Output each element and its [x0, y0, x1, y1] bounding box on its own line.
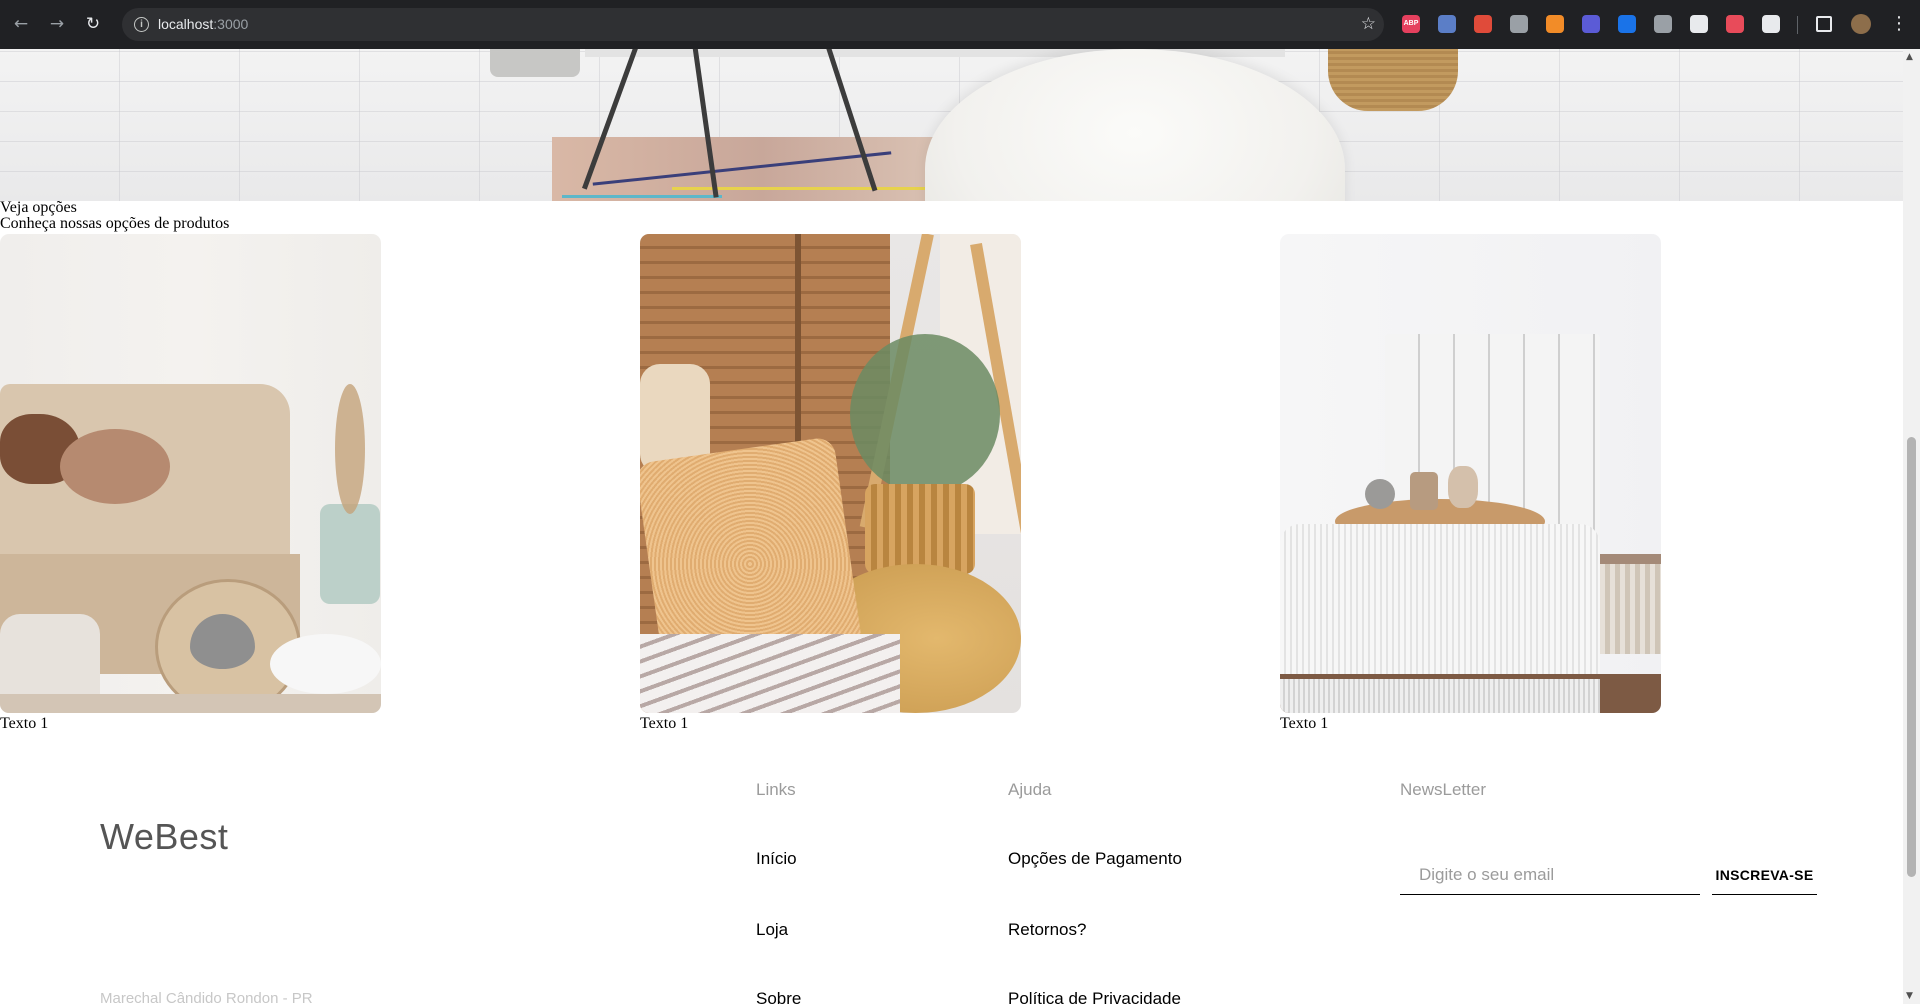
footer-link-sobre[interactable]: Sobre	[756, 989, 801, 1004]
hero-pouf	[925, 49, 1345, 201]
check-extension-icon[interactable]	[1618, 15, 1636, 33]
extension-blue-icon[interactable]	[1438, 15, 1456, 33]
product-card[interactable]: Texto 1	[640, 234, 1021, 732]
product-image[interactable]	[0, 234, 381, 713]
url-text[interactable]: localhost:3000	[158, 16, 248, 32]
product-caption: Texto 1	[0, 715, 49, 732]
help-heading: Ajuda	[1008, 780, 1052, 799]
scroll-thumb[interactable]	[1907, 437, 1916, 877]
footer-link-inicio[interactable]: Início	[756, 849, 797, 869]
newsletter-email-input[interactable]	[1400, 855, 1700, 895]
footer-link-privacy[interactable]: Política de Privacidade	[1008, 989, 1181, 1004]
product-card[interactable]: Texto 1	[1280, 234, 1661, 732]
product-caption: Texto 1	[1280, 715, 1329, 732]
hero-image	[0, 49, 1903, 201]
page-scrollbar[interactable]: ▲ ▼	[1903, 49, 1920, 1004]
eye-extension-icon[interactable]	[1582, 15, 1600, 33]
links-heading: Links	[756, 780, 796, 799]
footer-link-payment[interactable]: Opções de Pagamento	[1008, 849, 1182, 869]
hero-rug	[552, 137, 972, 201]
footer-address: Marechal Cândido Rondon - PR	[100, 990, 313, 1004]
scroll-down-arrow-icon[interactable]: ▼	[1906, 991, 1913, 1001]
hero-stool	[490, 49, 580, 77]
section-title: Veja opções	[0, 199, 77, 216]
address-bar[interactable]: i localhost:3000 ☆	[122, 8, 1384, 41]
product-image[interactable]	[1280, 234, 1661, 713]
reload-icon[interactable]: ↻	[82, 13, 104, 35]
shield-extension-icon[interactable]	[1726, 15, 1744, 33]
forward-arrow-icon[interactable]: →	[46, 13, 68, 35]
site-info-icon[interactable]: i	[134, 17, 149, 32]
url-host: localhost	[158, 16, 214, 32]
product-card[interactable]: Texto 1	[0, 234, 381, 732]
bookmark-star-icon[interactable]: ☆	[1361, 13, 1376, 35]
more-menu-icon[interactable]: ⋮	[1890, 13, 1908, 35]
product-image[interactable]	[640, 234, 1021, 713]
page-viewport: Veja opções Conheça nossas opções de pro…	[0, 49, 1903, 1004]
profile-avatar[interactable]	[1851, 14, 1871, 34]
section-subtitle: Conheça nossas opções de produtos	[0, 215, 230, 232]
back-arrow-icon[interactable]: ←	[10, 13, 32, 35]
hero-basket	[1328, 49, 1458, 111]
newsletter-heading: NewsLetter	[1400, 780, 1486, 799]
toolbar-divider	[1797, 16, 1798, 34]
tab-extension-icon[interactable]	[1654, 15, 1672, 33]
footer-link-returns[interactable]: Retornos?	[1008, 920, 1086, 940]
product-caption: Texto 1	[640, 715, 689, 732]
extension-red-icon[interactable]	[1474, 15, 1492, 33]
side-panel-icon[interactable]	[1816, 16, 1832, 32]
browser-toolbar: ← → ↻ i localhost:3000 ☆ ABP ⋮	[0, 0, 1920, 49]
adblock-plus-icon[interactable]: ABP	[1402, 15, 1420, 33]
scroll-up-arrow-icon[interactable]: ▲	[1906, 52, 1913, 62]
footer-link-loja[interactable]: Loja	[756, 920, 788, 940]
extension-orange-icon[interactable]	[1546, 15, 1564, 33]
footer-logo[interactable]: WeBest	[100, 816, 228, 858]
extensions-puzzle-icon[interactable]	[1762, 15, 1780, 33]
eyedropper-icon[interactable]	[1690, 15, 1708, 33]
vue-devtools-icon[interactable]	[1510, 15, 1528, 33]
url-port: :3000	[213, 16, 249, 32]
subscribe-button[interactable]: INSCREVA-SE	[1712, 855, 1817, 895]
